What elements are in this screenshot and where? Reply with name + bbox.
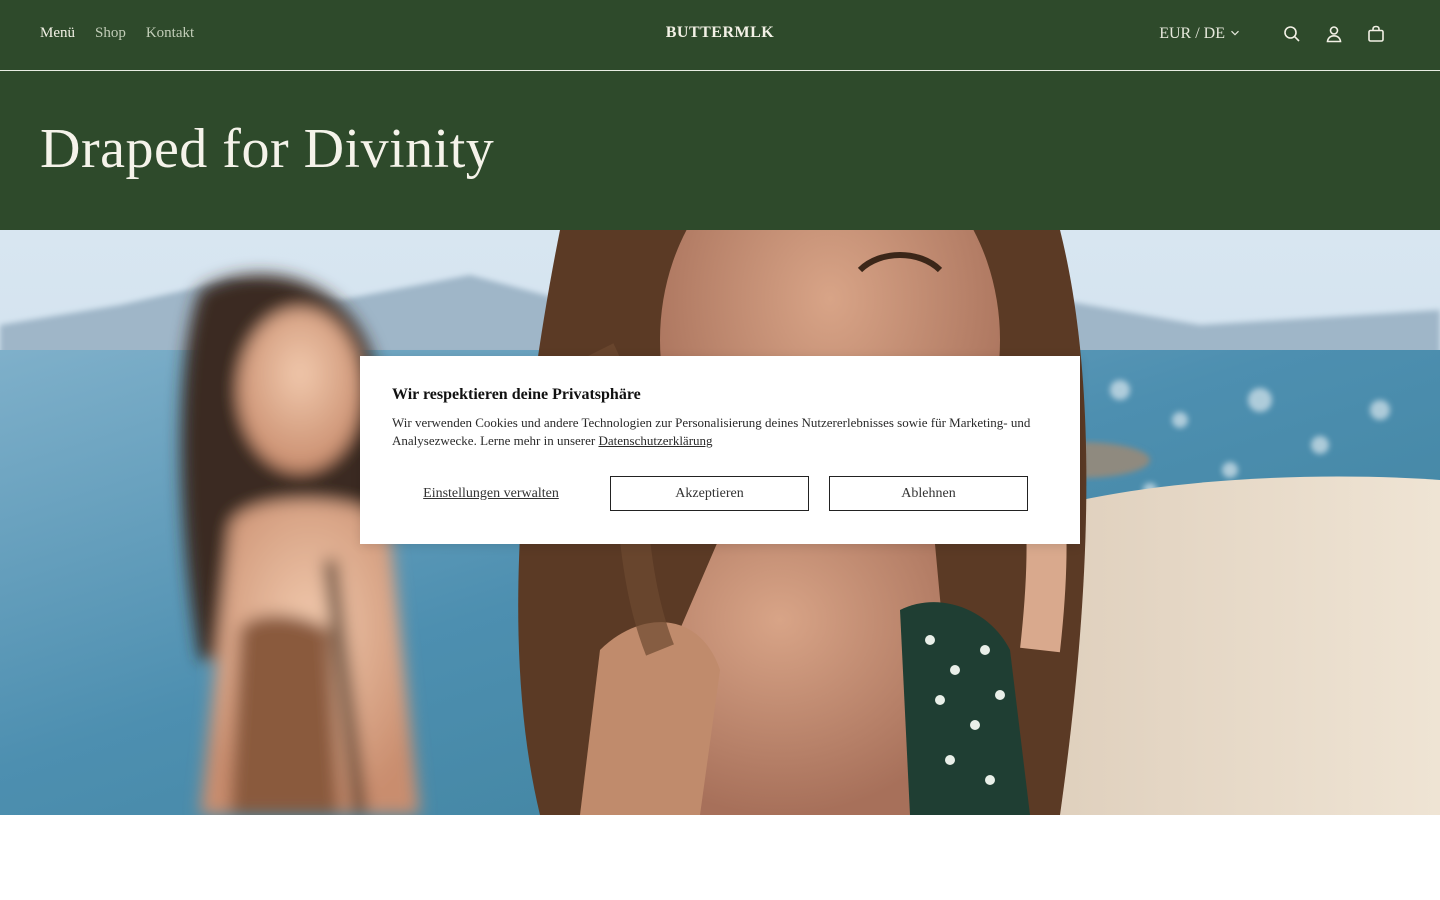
header-actions: EUR / DE <box>1159 22 1388 46</box>
account-icon[interactable] <box>1322 22 1346 46</box>
cookie-consent-title: Wir respektieren deine Privatsphäre <box>392 386 641 403</box>
cookie-consent-dialog: Wir respektieren deine Privatsphäre Wir … <box>360 356 1080 544</box>
hero-title-section: Draped for Divinity <box>0 71 1440 230</box>
chevron-down-icon <box>1230 25 1240 43</box>
cart-icon[interactable] <box>1364 22 1388 46</box>
hero-title: Draped for Divinity <box>40 118 495 180</box>
decline-cookies-button[interactable]: Ablehnen <box>829 476 1028 511</box>
currency-label: EUR / DE <box>1159 25 1225 42</box>
cookie-consent-text: Wir verwenden Cookies und andere Technol… <box>392 414 1052 450</box>
privacy-policy-link[interactable]: Datenschutzerklärung <box>598 433 712 448</box>
site-header: Menü Shop Kontakt BUTTERMLK EUR / DE <box>0 0 1440 71</box>
manage-settings-button[interactable]: Einstellungen verwalten <box>392 476 590 511</box>
accept-cookies-button[interactable]: Akzeptieren <box>610 476 809 511</box>
search-icon[interactable] <box>1280 22 1304 46</box>
currency-selector[interactable]: EUR / DE <box>1159 25 1240 43</box>
